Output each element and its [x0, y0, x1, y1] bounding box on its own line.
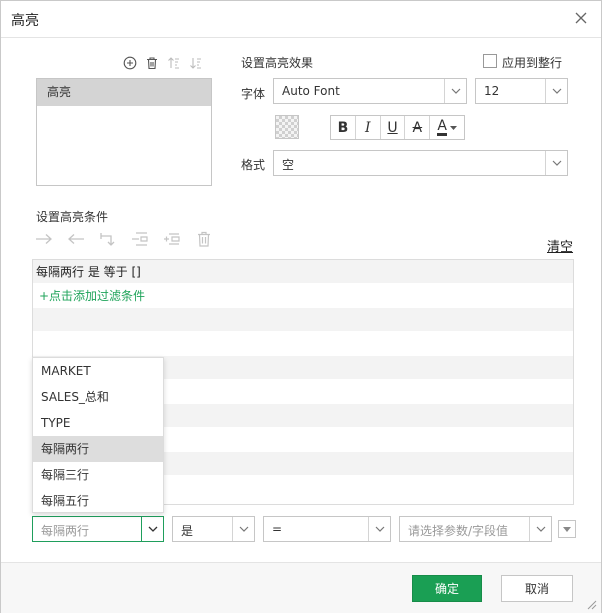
effect-section-label: 设置高亮效果 — [241, 56, 314, 70]
close-icon[interactable] — [573, 10, 589, 26]
text-format-toolbar: B I U A A — [330, 115, 465, 140]
arrow-left-icon[interactable] — [67, 231, 85, 247]
param-select-placeholder: 请选择参数/字段值 — [408, 524, 509, 538]
field-option[interactable]: SALES_总和 — [33, 384, 163, 410]
underline-button[interactable]: U — [381, 116, 406, 139]
chevron-down-icon — [444, 79, 466, 103]
clear-conditions-link[interactable]: 清空 — [547, 236, 573, 255]
insert-condition-icon[interactable] — [131, 231, 149, 247]
apply-row-label: 应用到整行 — [502, 56, 563, 70]
font-label: 字体 — [241, 87, 266, 101]
compare-select[interactable]: = — [263, 516, 391, 542]
compare-select-value: = — [272, 522, 283, 536]
field-option[interactable]: 每隔五行 — [33, 488, 163, 514]
move-up-icon[interactable] — [166, 55, 182, 71]
field-option-hovered[interactable]: 每隔两行 — [33, 436, 163, 462]
delete-rule-icon[interactable] — [144, 55, 160, 71]
rule-list-item[interactable]: 高亮 — [37, 79, 211, 106]
font-color-button[interactable]: A — [430, 116, 464, 139]
param-select[interactable]: 请选择参数/字段值 — [399, 516, 552, 542]
chevron-down-icon — [141, 517, 163, 541]
font-select-value: Auto Font — [282, 84, 340, 98]
italic-button[interactable]: I — [356, 116, 381, 139]
chevron-down-icon — [232, 517, 254, 541]
ok-button[interactable]: 确定 — [412, 575, 482, 602]
rule-list: 高亮 — [36, 78, 212, 186]
arrow-right-icon[interactable] — [35, 231, 53, 247]
font-size-select[interactable]: 12 — [475, 78, 568, 104]
caret-down-icon — [449, 125, 457, 130]
format-label: 格式 — [241, 158, 266, 172]
move-down-icon[interactable] — [188, 55, 204, 71]
format-select-value: 空 — [282, 158, 295, 172]
field-dropdown-menu: MARKET SALES_总和 TYPE 每隔两行 每隔三行 每隔五行 — [32, 357, 164, 513]
add-filter-link[interactable]: +点击添加过滤条件 — [33, 284, 573, 308]
empty-row — [33, 308, 573, 332]
add-rule-icon[interactable] — [122, 55, 138, 71]
bold-button[interactable]: B — [331, 116, 356, 139]
resize-grip-icon[interactable] — [587, 599, 597, 610]
chevron-down-icon — [529, 517, 551, 541]
field-option[interactable]: MARKET — [33, 358, 163, 384]
title-bar: 高亮 — [1, 1, 601, 38]
background-color-picker[interactable] — [275, 115, 299, 139]
condition-section-label: 设置高亮条件 — [36, 210, 109, 224]
field-option[interactable]: TYPE — [33, 410, 163, 436]
highlight-dialog: 高亮 高亮 设置高亮效果 应用到整行 字体 Auto Font 12 B I U… — [0, 0, 602, 613]
operator-select[interactable]: 是 — [172, 516, 255, 542]
condition-row[interactable]: 每隔两行 是 等于 [] — [33, 260, 573, 284]
param-type-dropdown[interactable] — [558, 520, 576, 538]
field-select-value: 每隔两行 — [41, 524, 90, 538]
empty-row — [33, 332, 573, 356]
format-select[interactable]: 空 — [273, 150, 568, 176]
operator-select-value: 是 — [181, 524, 194, 538]
delete-condition-icon[interactable] — [196, 231, 212, 247]
font-select[interactable]: Auto Font — [273, 78, 467, 104]
strikethrough-button[interactable]: A — [405, 116, 431, 139]
condition-row-text: 每隔两行 是 等于 [] — [36, 265, 141, 279]
field-option[interactable]: 每隔三行 — [33, 462, 163, 488]
swap-icon[interactable] — [99, 231, 117, 247]
chevron-down-icon — [368, 517, 390, 541]
apply-row-checkbox[interactable] — [483, 54, 497, 68]
font-size-value: 12 — [484, 84, 500, 98]
cancel-button[interactable]: 取消 — [501, 575, 573, 602]
add-condition-row[interactable]: +点击添加过滤条件 — [33, 284, 573, 308]
chevron-down-icon — [545, 79, 567, 103]
dialog-footer: 确定 取消 — [1, 562, 601, 613]
add-condition-icon[interactable] — [163, 231, 181, 247]
dialog-title: 高亮 — [11, 13, 39, 29]
font-color-glyph: A — [437, 118, 447, 136]
field-select[interactable]: 每隔两行 — [32, 516, 164, 542]
chevron-down-icon — [545, 151, 567, 175]
caret-down-icon — [563, 526, 571, 532]
